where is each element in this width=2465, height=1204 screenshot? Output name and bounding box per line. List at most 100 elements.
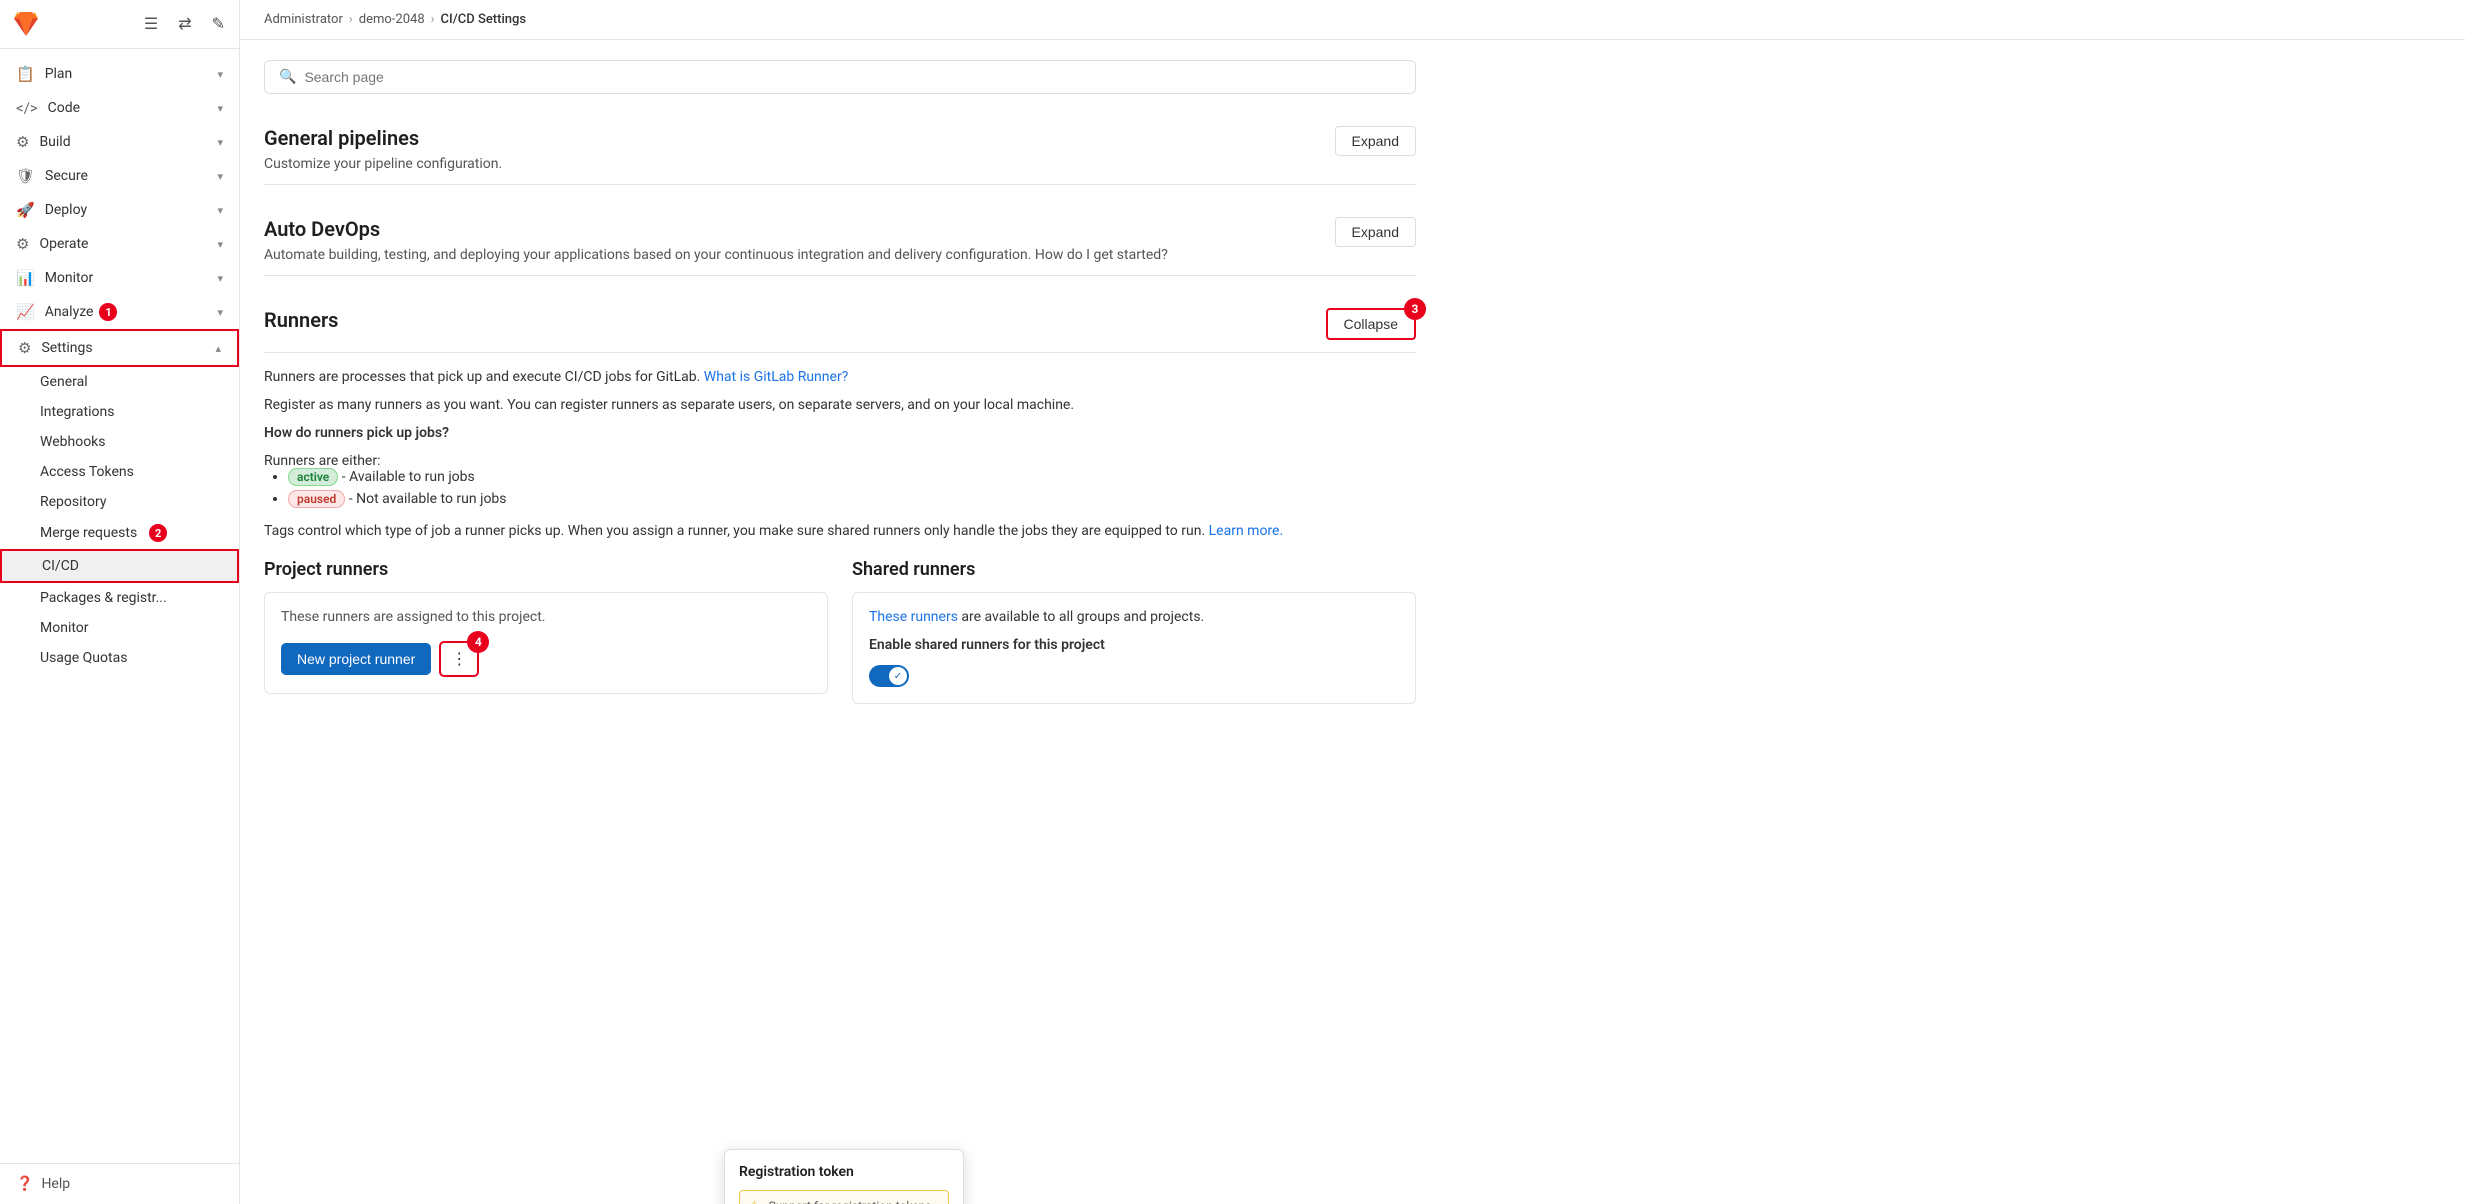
sub-access-tokens-label: Access Tokens — [40, 464, 134, 480]
general-pipelines-section: General pipelines Customize your pipelin… — [264, 126, 1416, 185]
popup-title: Registration token — [739, 1164, 949, 1180]
runners-desc2: Register as many runners as you want. Yo… — [264, 397, 1416, 413]
sidebar-item-monitor-label: Monitor — [45, 270, 94, 286]
sidebar-item-settings-label: Settings — [41, 340, 92, 356]
merge-requests-icon-btn[interactable]: ⇄ — [176, 12, 193, 36]
tags-text: Tags control which type of job a runner … — [264, 523, 1205, 539]
sidebar-item-secure[interactable]: 🛡 Secure ▾ — [0, 159, 239, 193]
breadcrumb-project[interactable]: demo-2048 — [359, 12, 425, 27]
sub-webhooks-label: Webhooks — [40, 434, 106, 450]
new-project-runner-btn[interactable]: New project runner — [281, 643, 431, 675]
shared-runners-desc-rest: are available to all groups and projects… — [961, 609, 1204, 625]
runners-two-col: Project runners These runners are assign… — [264, 559, 1416, 704]
sidebar-sub-repository[interactable]: Repository — [0, 487, 239, 517]
sidebar-item-operate[interactable]: ⚙ Operate ▾ — [0, 227, 239, 261]
main-content: Administrator › demo-2048 › CI/CD Settin… — [240, 0, 2465, 1204]
sidebar-item-code[interactable]: </> Code ▾ — [0, 91, 239, 125]
operate-icon: ⚙ — [16, 235, 29, 253]
sub-general-label: General — [40, 374, 88, 390]
runners-section: Runners 3 Collapse Runners are processes… — [264, 308, 1416, 704]
runners-title-block: Runners — [264, 308, 338, 338]
search-input[interactable] — [304, 69, 1401, 85]
project-runners-title: Project runners — [264, 559, 828, 580]
sidebar-item-code-label: Code — [48, 100, 80, 116]
active-badge: active — [288, 468, 338, 486]
auto-devops-title-block: Auto DevOps Automate building, testing, … — [264, 217, 1168, 263]
these-runners-link[interactable]: These runners — [869, 609, 958, 625]
runners-either-label: Runners are either: — [264, 453, 380, 469]
sidebar-sub-monitor[interactable]: Monitor — [0, 613, 239, 643]
warning-icon: ⚠ — [748, 1199, 761, 1204]
deploy-icon: 🚀 — [16, 201, 35, 219]
sidebar-sub-webhooks[interactable]: Webhooks — [0, 427, 239, 457]
analyze-chevron-icon: ▾ — [217, 306, 223, 319]
auto-devops-link2[interactable]: How do I get started? — [1035, 247, 1168, 263]
sidebar-sub-access-tokens[interactable]: Access Tokens — [0, 457, 239, 487]
sidebar-sub-packages[interactable]: Packages & registr... — [0, 583, 239, 613]
popup-warning-text: Support for registration tokens is depre… — [769, 1199, 940, 1204]
plan-chevron-icon: ▾ — [217, 68, 223, 81]
sidebar-item-analyze[interactable]: 📈 Analyze 1 ▾ — [0, 295, 239, 329]
search-icon: 🔍 — [279, 69, 296, 85]
what-is-gitlab-runner-link[interactable]: What is GitLab Runner? — [704, 369, 849, 385]
operate-chevron-icon: ▾ — [217, 238, 223, 251]
shared-runners-box: These runners are available to all group… — [852, 592, 1416, 704]
breadcrumb-sep-1: › — [349, 12, 353, 27]
enable-shared-runners-toggle[interactable]: ✓ — [869, 665, 909, 687]
sidebar-item-build[interactable]: ⚙ Build ▾ — [0, 125, 239, 159]
auto-devops-title: Auto DevOps — [264, 217, 1168, 241]
step-badge-3: 3 — [1404, 298, 1426, 320]
enable-shared-runners-label: Enable shared runners for this project — [869, 637, 1399, 653]
sidebar-item-monitor[interactable]: 📊 Monitor ▾ — [0, 261, 239, 295]
sidebar-toggle-btn[interactable]: ☰ — [142, 12, 160, 36]
step-badge-4: 4 — [467, 631, 489, 653]
breadcrumb-admin[interactable]: Administrator — [264, 12, 343, 27]
enable-shared-runners-toggle-row: ✓ — [869, 665, 1399, 687]
sidebar-sub-integrations[interactable]: Integrations — [0, 397, 239, 427]
analyze-icon: 📈 — [16, 303, 35, 321]
merge-requests-badge: 2 — [149, 524, 167, 542]
auto-devops-section: Auto DevOps Automate building, testing, … — [264, 217, 1416, 276]
sidebar-help[interactable]: ❓ Help — [0, 1163, 239, 1204]
sub-repository-label: Repository — [40, 494, 106, 510]
analyze-badge: 1 — [99, 303, 117, 321]
build-chevron-icon: ▾ — [217, 136, 223, 149]
auto-devops-expand-btn[interactable]: Expand — [1335, 217, 1416, 247]
sidebar-nav: 📋 Plan ▾ </> Code ▾ ⚙ Build ▾ 🛡 Secure ▾… — [0, 49, 239, 1163]
sidebar-item-settings[interactable]: ⚙ Settings ▴ — [0, 329, 239, 367]
runners-collapse-btn[interactable]: Collapse — [1326, 308, 1416, 340]
runners-title: Runners — [264, 308, 338, 332]
sidebar-sub-cicd[interactable]: CI/CD — [0, 549, 239, 583]
secure-icon: 🛡 — [16, 167, 35, 185]
shared-runners-col: Shared runners These runners are availab… — [852, 559, 1416, 704]
edit-icon-btn[interactable]: ✎ — [210, 12, 227, 36]
runners-how-pick: How do runners pick up jobs? — [264, 425, 1416, 441]
shared-runners-title: Shared runners — [852, 559, 1416, 580]
general-pipelines-header: General pipelines Customize your pipelin… — [264, 126, 1416, 185]
project-runners-desc: These runners are assigned to this proje… — [281, 609, 811, 625]
gitlab-logo-icon — [12, 10, 40, 38]
sidebar-sub-usage-quotas[interactable]: Usage Quotas — [0, 643, 239, 673]
settings-chevron-icon: ▴ — [215, 342, 221, 355]
monitor-icon: 📊 — [16, 269, 35, 287]
runners-how-pick-title: How do runners pick up jobs? — [264, 425, 449, 441]
sidebar-sub-merge-requests[interactable]: Merge requests 2 — [0, 517, 239, 549]
sidebar-item-deploy[interactable]: 🚀 Deploy ▾ — [0, 193, 239, 227]
help-label: Help — [41, 1176, 70, 1192]
sub-merge-requests-label: Merge requests — [40, 525, 137, 541]
paused-badge: paused — [288, 490, 345, 508]
learn-more-link[interactable]: Learn more. — [1209, 523, 1284, 539]
build-icon: ⚙ — [16, 133, 29, 151]
sidebar: ☰ ⇄ ✎ 📋 Plan ▾ </> Code ▾ ⚙ Build ▾ 🛡 Se… — [0, 0, 240, 1204]
auto-devops-link[interactable]: Automate building, testing, and deployin… — [264, 247, 520, 263]
more-btn-container: ⋮ 4 — [431, 641, 479, 677]
sidebar-item-plan[interactable]: 📋 Plan ▾ — [0, 57, 239, 91]
tags-line: Tags control which type of job a runner … — [264, 523, 1416, 539]
monitor-chevron-icon: ▾ — [217, 272, 223, 285]
sidebar-item-plan-label: Plan — [45, 66, 73, 82]
plan-icon: 📋 — [16, 65, 35, 83]
sub-monitor-label: Monitor — [40, 620, 89, 636]
project-runners-col: Project runners These runners are assign… — [264, 559, 828, 704]
sidebar-sub-general[interactable]: General — [0, 367, 239, 397]
general-pipelines-expand-btn[interactable]: Expand — [1335, 126, 1416, 156]
